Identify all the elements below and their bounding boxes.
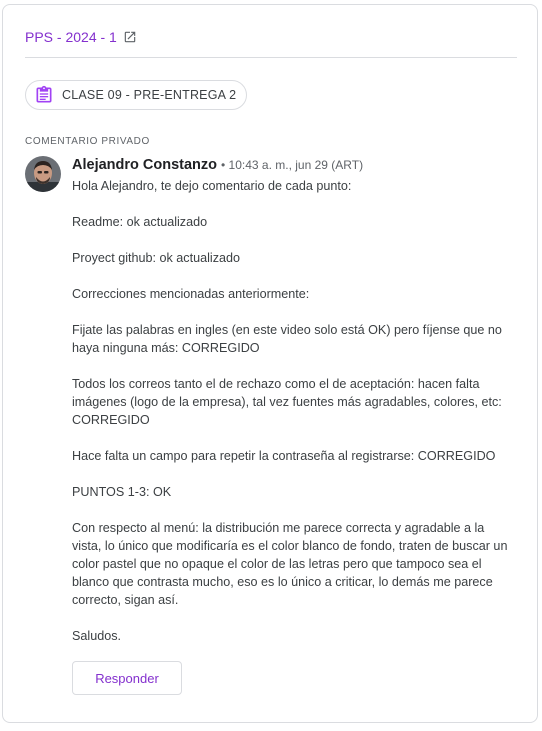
comment-author: Alejandro Constanzo <box>72 157 218 173</box>
header-divider <box>25 57 517 58</box>
assignment-icon <box>34 85 54 105</box>
comment-paragraph: Fijate las palabras en ingles (en este v… <box>72 323 502 355</box>
comment-header: Alejandro Constanzo • 10:43 a. m., jun 2… <box>72 157 512 173</box>
comment-paragraph: Saludos. <box>72 629 122 643</box>
assignment-title: CLASE 09 - PRE-ENTREGA 2 <box>62 88 237 102</box>
open-in-new-icon <box>123 30 137 44</box>
comment-paragraph: Hola Alejandro, te dejo comentario de ca… <box>72 179 352 193</box>
comment-paragraph: Correcciones mencionadas anteriormente: <box>72 287 310 301</box>
assignment-chip[interactable]: CLASE 09 - PRE-ENTREGA 2 <box>25 80 248 110</box>
course-link[interactable]: PPS - 2024 - 1 <box>25 29 137 45</box>
reply-button[interactable]: Responder <box>72 661 182 695</box>
private-comment-card: PPS - 2024 - 1 CLASE 09 - PRE-ENTREGA 2 … <box>2 4 538 723</box>
comment-paragraph: PUNTOS 1-3: OK <box>72 485 172 499</box>
comment-timestamp: • 10:43 a. m., jun 29 (ART) <box>221 158 364 172</box>
comment-paragraph: Hace falta un campo para repetir la cont… <box>72 449 496 463</box>
comment-paragraph: Proyect github: ok actualizado <box>72 251 241 265</box>
comment-body: Hola Alejandro, te dejo comentario de ca… <box>72 177 512 645</box>
comment-paragraph: Con respecto al menú: la distribución me… <box>72 521 508 607</box>
comment-paragraph: Readme: ok actualizado <box>72 215 208 229</box>
section-label: COMENTARIO PRIVADO <box>25 136 150 147</box>
avatar <box>25 156 61 192</box>
comment: Alejandro Constanzo • 10:43 a. m., jun 2… <box>72 157 512 663</box>
course-title[interactable]: PPS - 2024 - 1 <box>25 29 117 45</box>
comment-paragraph: Todos los correos tanto el de rechazo co… <box>72 377 502 427</box>
